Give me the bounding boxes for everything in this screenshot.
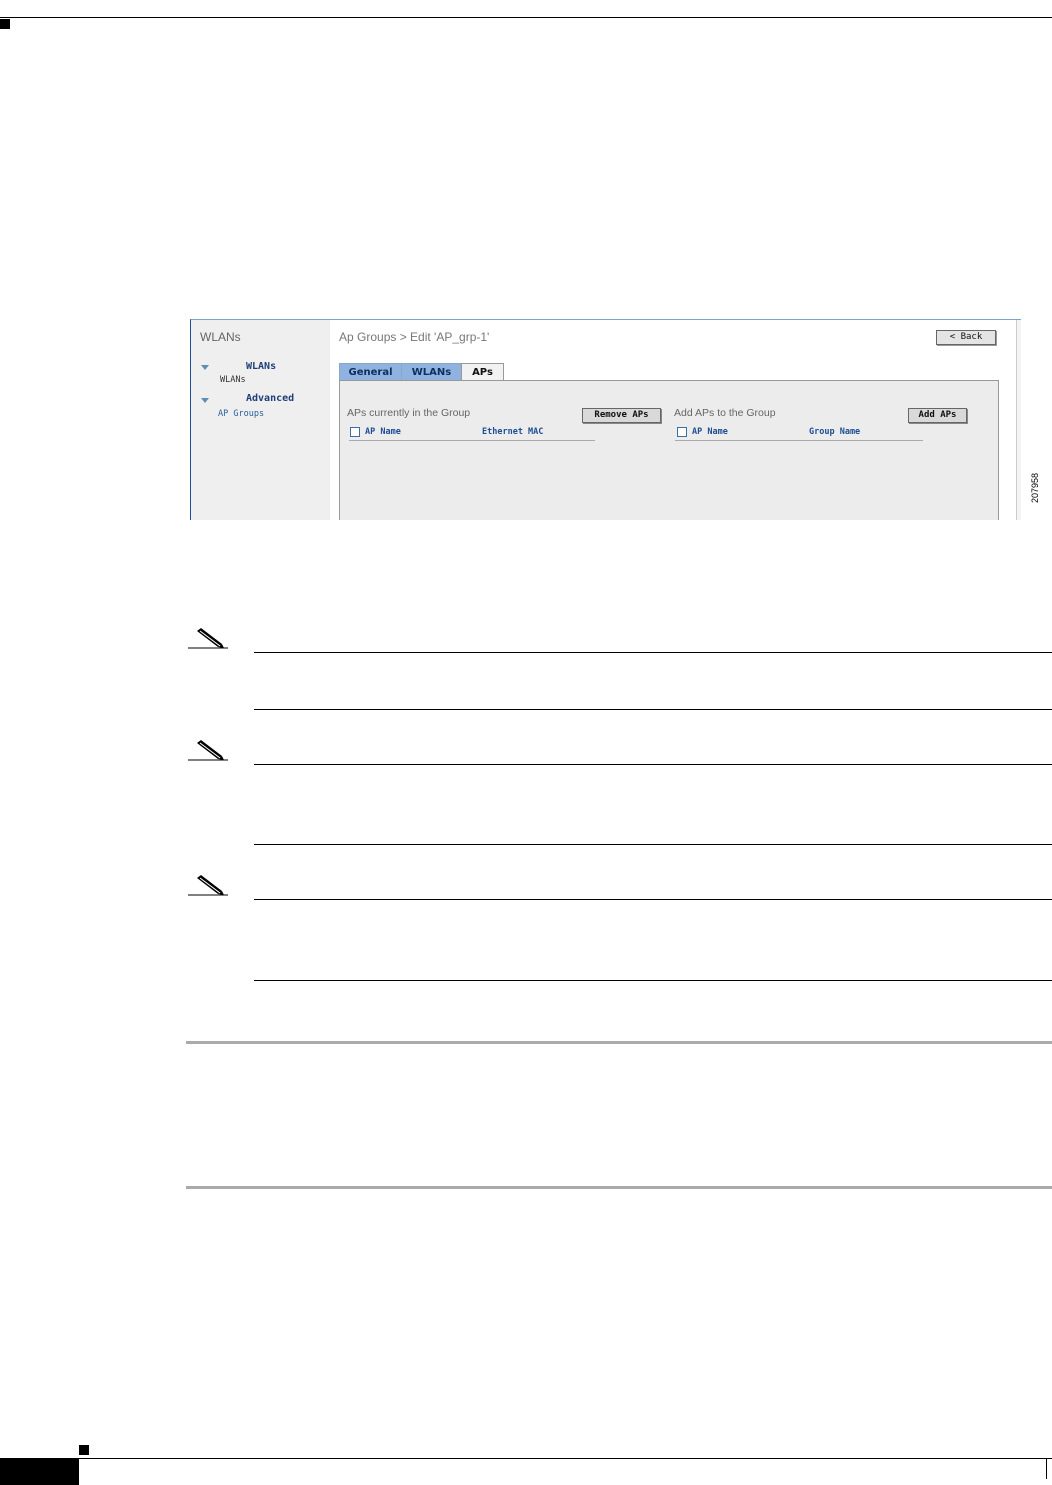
sidebar-section-advanced[interactable]: Advanced [246,393,294,404]
tab-general[interactable]: General [339,363,402,381]
pencil-icon [188,740,228,761]
pencil-icon [188,628,228,649]
remove-aps-button[interactable]: Remove APs [582,408,661,423]
aps-tab-panel: APs currently in the Group Remove APs AP… [339,380,999,520]
column-header-group-name[interactable]: Group Name [809,427,860,437]
ap-groups-edit-screenshot: WLANs WLANs WLANs Advanced AP Groups Ap … [190,319,1021,520]
column-header-ethernet-mac[interactable]: Ethernet MAC [482,427,543,437]
column-divider [349,440,595,441]
tab-wlans[interactable]: WLANs [401,363,462,381]
pencil-icon [188,875,228,896]
note-top-rule [254,652,1052,653]
note-bottom-rule [254,980,1052,981]
footer-tick [1046,1459,1047,1479]
section-rule [186,1041,1052,1044]
back-button[interactable]: < Back [936,330,996,345]
header-marker [0,19,10,29]
page-number-block [0,1459,79,1485]
footer-rule [0,1458,1052,1459]
header-rule [0,17,1052,18]
column-header-ap-name[interactable]: AP Name [365,427,401,437]
select-all-available-checkbox[interactable] [677,427,687,437]
wlan-sidebar: WLANs WLANs WLANs Advanced AP Groups [191,320,330,520]
sidebar-item-wlans[interactable]: WLANs [220,375,246,385]
add-aps-title: Add APs to the Group [674,407,776,419]
figure-number: 207958 [1030,472,1040,504]
sidebar-item-ap-groups[interactable]: AP Groups [218,409,264,419]
section-rule [186,1186,1052,1189]
note-bottom-rule [254,709,1052,710]
note-top-rule [254,899,1052,900]
expand-triangle-icon[interactable] [201,398,209,403]
sidebar-section-wlans[interactable]: WLANs [246,361,276,372]
sidebar-title: WLANs [200,330,241,344]
column-divider [675,440,923,441]
page-title: Ap Groups > Edit 'AP_grp-1' [339,330,490,344]
note-top-rule [254,764,1052,765]
current-aps-title: APs currently in the Group [347,407,471,419]
expand-triangle-icon[interactable] [201,365,209,370]
scrollbar[interactable] [1016,320,1021,520]
footer-marker [79,1445,89,1455]
note-bottom-rule [254,844,1052,845]
add-aps-button[interactable]: Add APs [908,408,967,423]
column-header-ap-name[interactable]: AP Name [692,427,728,437]
select-all-current-checkbox[interactable] [350,427,360,437]
ap-groups-main: Ap Groups > Edit 'AP_grp-1' < Back Gener… [330,320,1021,520]
